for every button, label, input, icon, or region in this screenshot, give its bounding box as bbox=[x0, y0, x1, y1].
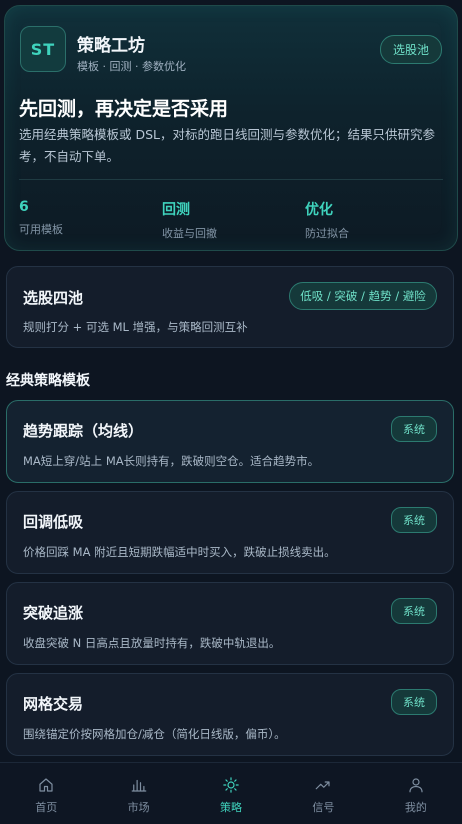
pool-categories-label: 低吸 / 突破 / 趋势 / 避险 bbox=[300, 289, 426, 303]
nav-label: 首页 bbox=[35, 801, 58, 814]
hero-description: 选用经典策略模板或 DSL，对标的跑日线回测与参数优化；结果只供研究参考，不自动… bbox=[19, 127, 435, 164]
trend-up-icon bbox=[316, 781, 331, 790]
user-icon bbox=[409, 778, 423, 793]
hero-headline: 先回测，再决定是否采用 bbox=[19, 98, 229, 120]
card-title: 趋势跟踪（均线） bbox=[23, 422, 144, 440]
pool-categories-badge: 低吸 / 突破 / 趋势 / 避险 bbox=[289, 282, 437, 310]
stat-value: 优化 bbox=[305, 202, 333, 218]
nav-label: 市场 bbox=[127, 801, 150, 814]
nav-label: 我的 bbox=[404, 801, 427, 814]
card-title: 回调低吸 bbox=[23, 513, 84, 531]
system-badge-label: 系统 bbox=[403, 696, 425, 709]
stat-label: 防过拟合 bbox=[305, 227, 349, 240]
stat-label: 收益与回撤 bbox=[162, 227, 217, 240]
system-badge-label: 系统 bbox=[403, 605, 425, 618]
stat-templates: 6 可用模板 bbox=[19, 199, 63, 237]
nav-label: 策略 bbox=[220, 801, 243, 814]
stat-value: 回测 bbox=[162, 202, 190, 218]
section-title: 经典策略模板 bbox=[6, 373, 90, 389]
template-card-trend[interactable]: 趋势跟踪（均线） 系统 MA短上穿/站上 MA长则持有，跌破则空仓。适合趋势市。 bbox=[6, 400, 454, 483]
sun-icon bbox=[223, 777, 239, 793]
card-description: 价格回踩 MA 附近且短期跌幅适中时买入，跌破止损线卖出。 bbox=[23, 545, 336, 559]
card-description: MA短上穿/站上 MA长则持有，跌破则空仓。适合趋势市。 bbox=[23, 454, 320, 468]
logo-text: ST bbox=[30, 39, 56, 59]
nav-item-strategy[interactable]: 策略 bbox=[185, 763, 277, 824]
nav-item-market[interactable]: 市场 bbox=[92, 763, 184, 824]
template-card-grid[interactable]: 网格交易 系统 围绕锚定价按网格加仓/减仓（简化日线版，偏币）。 bbox=[6, 673, 454, 756]
bottom-nav: 首页 市场 策略 信号 我的 bbox=[0, 762, 462, 824]
hero-card: ST 策略工坊 模板 · 回测 · 参数优化 选股池 先回测，再决定是否采用 选… bbox=[4, 5, 458, 251]
app-title: 策略工坊 bbox=[77, 36, 145, 56]
card-title: 选股四池 bbox=[23, 289, 84, 307]
bar-chart-icon bbox=[131, 779, 146, 792]
nav-item-home[interactable]: 首页 bbox=[0, 763, 92, 824]
app-logo: ST bbox=[20, 26, 66, 72]
app-subtitle: 模板 · 回测 · 参数优化 bbox=[77, 60, 186, 73]
template-card-pullback[interactable]: 回调低吸 系统 价格回踩 MA 附近且短期跌幅适中时买入，跌破止损线卖出。 bbox=[6, 491, 454, 574]
system-badge: 系统 bbox=[391, 689, 437, 715]
card-title: 突破追涨 bbox=[23, 604, 84, 622]
stock-pool-label: 选股池 bbox=[392, 43, 429, 57]
system-badge-label: 系统 bbox=[403, 514, 425, 527]
card-description: 围绕锚定价按网格加仓/减仓（简化日线版，偏币）。 bbox=[23, 727, 286, 741]
stock-pool-button[interactable]: 选股池 bbox=[380, 35, 442, 64]
system-badge: 系统 bbox=[391, 416, 437, 442]
card-description: 规则打分 + 可选 ML 增强，与策略回测互补 bbox=[23, 320, 248, 334]
card-title: 网格交易 bbox=[23, 695, 84, 713]
nav-item-profile[interactable]: 我的 bbox=[370, 763, 462, 824]
stat-value: 6 bbox=[19, 199, 29, 215]
nav-item-signal[interactable]: 信号 bbox=[277, 763, 369, 824]
stat-optimize: 优化 防过拟合 bbox=[305, 199, 349, 241]
stock-pool-card[interactable]: 选股四池 低吸 / 突破 / 趋势 / 避险 规则打分 + 可选 ML 增强，与… bbox=[6, 266, 454, 348]
system-badge: 系统 bbox=[391, 598, 437, 624]
home-icon bbox=[39, 778, 53, 792]
hero-divider bbox=[19, 179, 443, 180]
nav-label: 信号 bbox=[312, 801, 335, 814]
template-card-breakout[interactable]: 突破追涨 系统 收盘突破 N 日高点且放量时持有，跌破中轨退出。 bbox=[6, 582, 454, 665]
stat-backtest: 回测 收益与回撤 bbox=[162, 199, 217, 241]
system-badge: 系统 bbox=[391, 507, 437, 533]
card-description: 收盘突破 N 日高点且放量时持有，跌破中轨退出。 bbox=[23, 636, 281, 650]
stat-label: 可用模板 bbox=[19, 223, 63, 236]
system-badge-label: 系统 bbox=[403, 423, 425, 436]
